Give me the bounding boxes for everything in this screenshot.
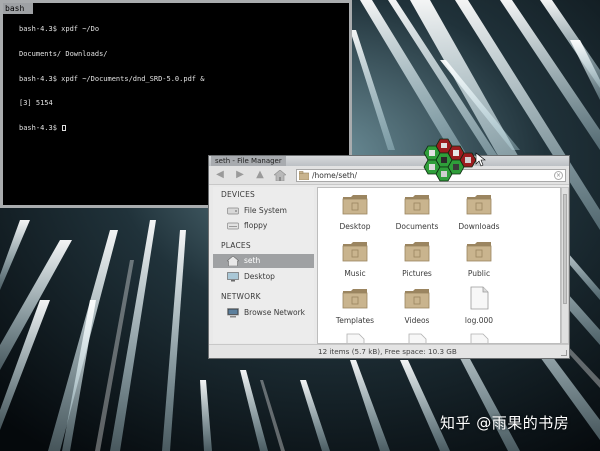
- file-item[interactable]: Videos: [387, 286, 447, 332]
- network-icon: [227, 308, 239, 318]
- terminal-line: [3] 5154: [19, 99, 53, 108]
- file-item[interactable]: Public: [449, 239, 509, 285]
- scrollbar-thumb[interactable]: [563, 194, 567, 304]
- hex-launcher-dock[interactable]: [420, 133, 490, 185]
- file-icon: [408, 333, 427, 343]
- status-text: 12 items (5.7 kB), Free space: 10.3 GB: [318, 347, 457, 356]
- folder-icon: [342, 289, 368, 309]
- terminal-line: bash-4.3$ xpdf ~/Do: [19, 25, 100, 34]
- home-icon: [273, 169, 287, 182]
- window-title: seth - File Manager: [211, 156, 286, 166]
- home-icon: [227, 256, 239, 266]
- folder-icon: [404, 195, 430, 215]
- file-icon: [470, 286, 489, 310]
- terminal-prompt: bash-4.3$: [19, 123, 62, 132]
- file-label: Documents: [395, 222, 439, 231]
- file-item[interactable]: log.000: [449, 286, 509, 332]
- file-view[interactable]: Desktop Documents Downloads Music Pictures Pu…: [317, 187, 561, 344]
- folder-icon: [404, 242, 430, 262]
- folder-icon: [299, 171, 309, 180]
- sidebar: DEVICES File System floppy PLACES seth D…: [213, 187, 314, 343]
- folder-icon: [342, 242, 368, 262]
- folder-icon: [342, 195, 368, 215]
- home-button[interactable]: [273, 169, 287, 182]
- path-text: /home/seth/: [312, 171, 358, 180]
- file-manager-toolbar: ◀ ▶ ▲ /home/seth/ ×: [209, 166, 569, 185]
- file-item[interactable]: Documents: [387, 192, 447, 238]
- folder-icon: [404, 289, 430, 309]
- resize-grip[interactable]: [561, 350, 567, 356]
- sidebar-heading-devices: DEVICES: [221, 190, 255, 199]
- terminal-line: Documents/ Downloads/: [19, 50, 108, 59]
- watermark-text: 知乎 @雨果的书房: [440, 414, 570, 432]
- file-item[interactable]: Desktop: [325, 192, 385, 238]
- file-manager-window[interactable]: seth - File Manager ◀ ▶ ▲ /home/seth/ ×: [208, 155, 570, 359]
- file-label: log.000: [464, 316, 494, 325]
- sidebar-item-desktop[interactable]: Desktop: [213, 270, 314, 284]
- vertical-scrollbar[interactable]: [561, 187, 569, 344]
- drive-icon: [227, 207, 239, 215]
- file-label: Music: [344, 269, 366, 278]
- file-item[interactable]: Templates: [325, 286, 385, 332]
- sidebar-item-label: Browse Network: [244, 308, 306, 317]
- terminal-prompt-line: bash-4.3$: [19, 124, 347, 132]
- file-item-partial[interactable]: [449, 333, 509, 343]
- close-icon: ×: [555, 172, 562, 179]
- file-icon: [470, 333, 489, 343]
- up-button[interactable]: ▲: [253, 169, 267, 181]
- sidebar-heading-network: NETWORK: [221, 292, 261, 301]
- file-item-partial[interactable]: [387, 333, 447, 343]
- mouse-pointer-icon: [475, 152, 486, 167]
- sidebar-item-label: seth: [244, 256, 261, 265]
- file-item[interactable]: Pictures: [387, 239, 447, 285]
- back-button[interactable]: ◀: [213, 169, 227, 181]
- sidebar-item-browse-network[interactable]: Browse Network: [213, 306, 314, 320]
- file-label: Desktop: [339, 222, 371, 231]
- arrow-up-icon: ▲: [256, 169, 264, 180]
- arrow-right-icon: ▶: [236, 169, 244, 180]
- file-label: Templates: [335, 316, 375, 325]
- file-label: Pictures: [402, 269, 432, 278]
- file-label: Public: [467, 269, 491, 278]
- file-label: Downloads: [458, 222, 500, 231]
- clear-path-button[interactable]: ×: [554, 171, 563, 180]
- hex-launcher-item[interactable]: [447, 159, 465, 175]
- sidebar-item-label: floppy: [244, 221, 268, 230]
- desktop-icon: [227, 272, 239, 282]
- file-item[interactable]: Downloads: [449, 192, 509, 238]
- file-manager-titlebar[interactable]: seth - File Manager: [209, 156, 569, 166]
- status-bar: 12 items (5.7 kB), Free space: 10.3 GB: [209, 344, 569, 358]
- terminal-line: bash-4.3$ xpdf ~/Documents/dnd_SRD-5.0.p…: [19, 74, 205, 83]
- forward-button[interactable]: ▶: [233, 169, 247, 181]
- arrow-left-icon: ◀: [216, 169, 224, 180]
- sidebar-item-label: File System: [244, 206, 287, 215]
- sidebar-heading-places: PLACES: [221, 241, 251, 250]
- sidebar-item-floppy[interactable]: floppy: [213, 219, 314, 233]
- folder-icon: [466, 195, 492, 215]
- folder-icon: [466, 242, 492, 262]
- sidebar-item-seth[interactable]: seth: [213, 254, 314, 268]
- floppy-icon: [227, 222, 239, 230]
- file-label: Videos: [404, 316, 430, 325]
- sidebar-item-file-system[interactable]: File System: [213, 204, 314, 218]
- file-item-partial[interactable]: [325, 333, 385, 343]
- file-item[interactable]: Music: [325, 239, 385, 285]
- file-icon: [346, 333, 365, 343]
- terminal-cursor: [62, 124, 67, 131]
- sidebar-item-label: Desktop: [244, 272, 275, 281]
